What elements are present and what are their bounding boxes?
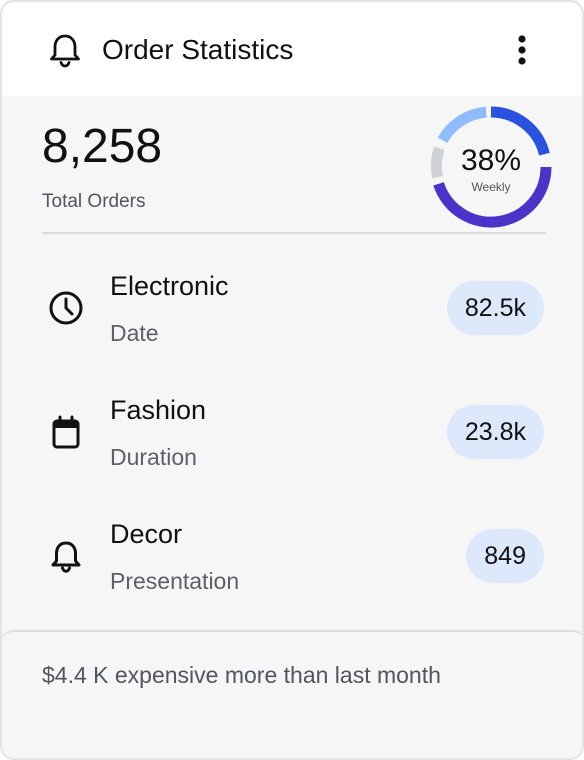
category-title: Fashion (110, 395, 207, 425)
category-subtitle: Duration (110, 444, 197, 470)
weekly-donut-chart: 38% Weekly (430, 106, 552, 228)
category-value-badge: 23.8k (446, 405, 544, 459)
category-title: Electronic (110, 271, 229, 301)
donut-percent: 38% (461, 144, 521, 177)
card-footer: $4.4 K expensive more than last month (2, 630, 582, 758)
donut-period-label: Weekly (471, 180, 510, 194)
clock-icon (49, 291, 83, 325)
donut-segment-gray (430, 146, 445, 179)
card-header: Order Statistics (2, 2, 582, 96)
card-title: Order Statistics (102, 34, 294, 65)
category-value-badge: 82.5k (446, 281, 544, 335)
bell-icon (50, 34, 80, 68)
summary-divider (42, 232, 546, 234)
footer-note: $4.4 K expensive more than last month (42, 662, 441, 688)
category-subtitle: Presentation (110, 568, 240, 594)
order-statistics-card: Order Statistics 8,258 Total Orders 38% … (0, 0, 584, 760)
calendar-icon (52, 415, 80, 449)
category-subtitle: Date (110, 320, 159, 346)
bell-icon (51, 541, 81, 573)
category-title: Decor (110, 519, 183, 549)
category-value-badge: 849 (466, 529, 544, 583)
more-vertical-icon[interactable] (510, 32, 534, 68)
total-orders-label: Total Orders (42, 191, 146, 212)
donut-segment-light (437, 106, 487, 144)
total-orders-value: 8,258 (42, 120, 163, 173)
